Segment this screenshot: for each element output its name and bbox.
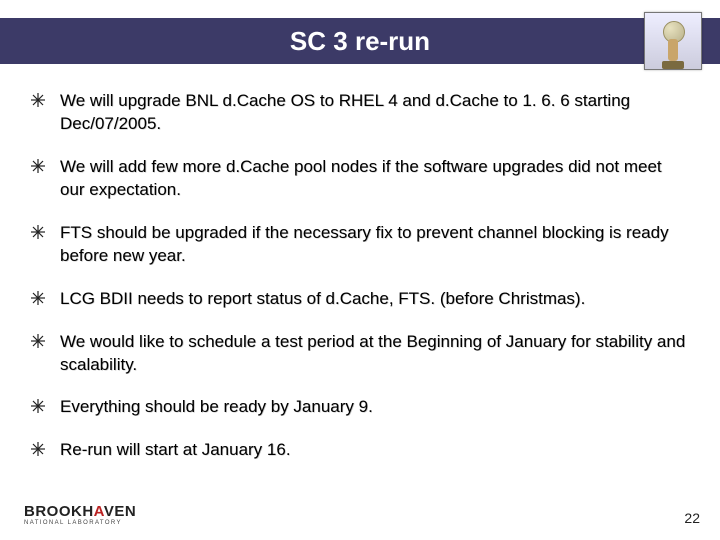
snowflake-icon [30,398,50,418]
list-item: We will upgrade BNL d.Cache OS to RHEL 4… [30,90,690,136]
snowflake-icon [30,92,50,112]
list-item: Everything should be ready by January 9. [30,396,690,419]
list-item-text: Everything should be ready by January 9. [60,396,373,419]
list-item-text: LCG BDII needs to report status of d.Cac… [60,288,585,311]
slide-title: SC 3 re-run [290,26,430,57]
list-item-text: We will upgrade BNL d.Cache OS to RHEL 4… [60,90,690,136]
logo-part-2: VEN [104,503,136,520]
title-bar: SC 3 re-run [0,18,720,64]
list-item: LCG BDII needs to report status of d.Cac… [30,288,690,311]
list-item: FTS should be upgraded if the necessary … [30,222,690,268]
atlas-logo [644,12,702,70]
brookhaven-logo: BROOKHAVEN NATIONAL LABORATORY [24,504,136,526]
bullet-list: We will upgrade BNL d.Cache OS to RHEL 4… [30,90,690,482]
snowflake-icon [30,333,50,353]
snowflake-icon [30,158,50,178]
list-item: Re-run will start at January 16. [30,439,690,462]
list-item-text: FTS should be upgraded if the necessary … [60,222,690,268]
list-item: We will add few more d.Cache pool nodes … [30,156,690,202]
list-item: We would like to schedule a test period … [30,331,690,377]
page-number: 22 [684,510,700,526]
logo-sub-text: NATIONAL LABORATORY [24,520,136,526]
snowflake-icon [30,224,50,244]
logo-main-text: BROOKHAVEN [24,504,136,519]
slide: SC 3 re-run We will upgrade BNL d.Cache … [0,0,720,540]
list-item-text: We will add few more d.Cache pool nodes … [60,156,690,202]
atlas-icon [660,29,686,69]
logo-part-1: BROOKH [24,503,94,520]
list-item-text: Re-run will start at January 16. [60,439,291,462]
snowflake-icon [30,441,50,461]
logo-accent: A [94,503,104,520]
list-item-text: We would like to schedule a test period … [60,331,690,377]
snowflake-icon [30,290,50,310]
